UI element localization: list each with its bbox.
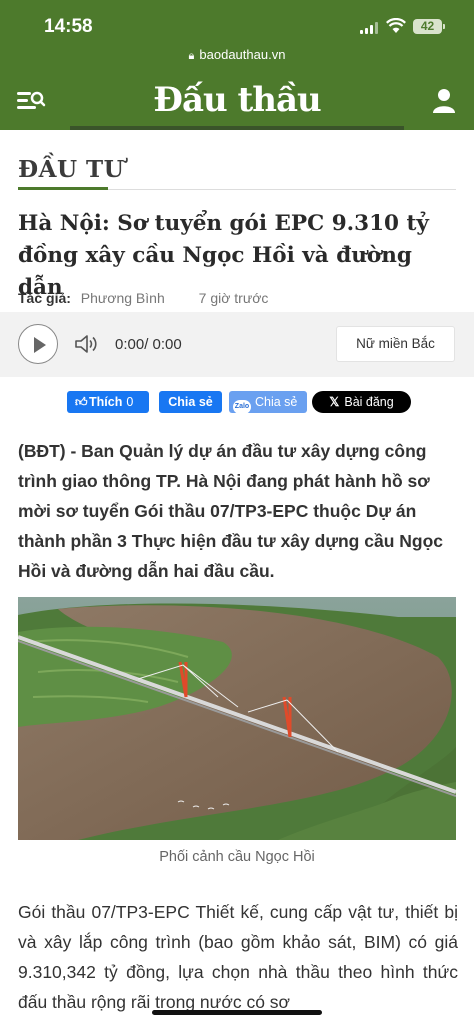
status-time: 14:58 — [44, 16, 93, 37]
category-underline — [18, 187, 108, 190]
x-post-button[interactable]: 𝕏 Bài đăng — [312, 391, 411, 413]
zalo-share-button[interactable]: Zalo Chia sẻ — [229, 391, 307, 414]
image-caption: Phối cảnh cầu Ngọc Hồi — [159, 849, 315, 865]
article-category[interactable]: ĐẦU TƯ — [18, 156, 124, 183]
voice-select[interactable]: Nữ miền Bắc — [336, 326, 455, 362]
author-name[interactable]: Phương Bình — [81, 290, 165, 306]
zalo-icon: Zalo — [233, 400, 251, 414]
site-header: 14:58 42 🔒︎ baodauthau.vn Đấu thầu — [0, 0, 474, 130]
article-image[interactable] — [18, 597, 456, 840]
thumbs-up-icon: 👍︎ — [75, 395, 88, 409]
audio-timecode: 0:00/ 0:00 — [115, 336, 182, 353]
publish-time: 7 giờ trước — [198, 290, 269, 306]
facebook-like-button[interactable]: 👍︎Thích 0 — [67, 391, 149, 413]
user-account-button[interactable] — [432, 88, 456, 114]
article-body: Gói thầu 07/TP3-EPC Thiết kế, cung cấp v… — [18, 902, 458, 1012]
facebook-like-count: 0 — [126, 395, 134, 409]
battery-cap — [443, 24, 445, 29]
article-lead: (BĐT) - Ban Quản lý dự án đầu tư xây dựn… — [18, 441, 443, 581]
site-logo[interactable]: Đấu thầu — [0, 80, 474, 120]
header-banner-strip — [70, 126, 404, 130]
speaker-icon — [75, 335, 97, 353]
battery-icon: 42 — [413, 19, 442, 34]
x-post-label: Bài đăng — [344, 395, 394, 409]
user-icon — [433, 89, 455, 113]
status-bar: 14:58 42 — [0, 14, 474, 42]
wifi-icon — [386, 18, 406, 33]
author-label: Tác giả: — [18, 290, 71, 306]
navbar: Đấu thầu — [0, 78, 474, 124]
play-button[interactable] — [18, 324, 58, 364]
lock-icon: 🔒︎ — [188, 50, 195, 62]
url-text: baodauthau.vn — [199, 47, 286, 62]
facebook-like-label: Thích — [89, 395, 123, 409]
home-indicator[interactable] — [152, 1010, 322, 1015]
address-bar[interactable]: 🔒︎ baodauthau.vn — [0, 47, 474, 63]
zalo-share-label: Chia sẻ — [255, 395, 298, 409]
bridge-rendering-image — [18, 597, 456, 840]
article-meta: Tác giả: Phương Bình 7 giờ trước — [18, 290, 268, 306]
cellular-signal-icon — [360, 22, 380, 34]
x-logo-icon: 𝕏 — [329, 395, 340, 409]
volume-button[interactable] — [74, 333, 100, 355]
facebook-share-button[interactable]: Chia sẻ — [159, 391, 222, 413]
audio-player: 0:00/ 0:00 Nữ miền Bắc — [0, 312, 474, 377]
